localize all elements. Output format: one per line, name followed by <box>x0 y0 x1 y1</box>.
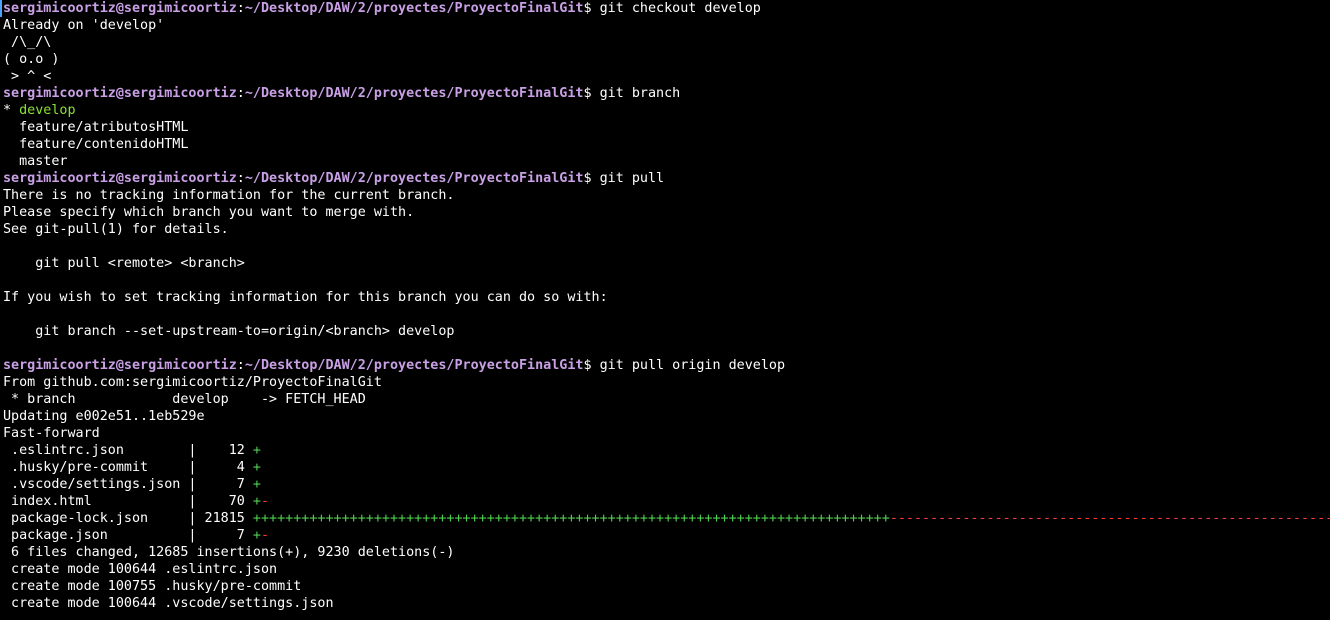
diffstat-insertions: + <box>252 443 261 458</box>
prompt-separator: : <box>236 86 245 101</box>
diffstat-file: .vscode/settings.json | <box>3 477 205 492</box>
output-line: See git-pull(1) for details. <box>3 222 229 237</box>
diffstat-file: package-lock.json | <box>3 511 205 526</box>
summary-line: create mode 100755 .husky/pre-commit <box>3 579 302 594</box>
output-line: There is no tracking information for the… <box>3 188 455 203</box>
summary-line: create mode 100644 .vscode/settings.json <box>3 596 334 611</box>
current-branch-marker: * <box>3 103 20 118</box>
command-text: git branch <box>599 86 681 101</box>
output-line: Already on 'develop' <box>3 18 165 33</box>
prompt-line: sergimicoortiz@sergimicoortiz:~/Desktop/… <box>3 170 1330 187</box>
diffstat-deletions: - <box>260 494 270 509</box>
prompt-path: ~/Desktop/DAW/2/proyectes/ProyectoFinalG… <box>244 1 584 16</box>
diffstat-insertions: + <box>252 528 261 543</box>
diffstat-insertions: + <box>252 477 261 492</box>
command-text: git checkout develop <box>599 1 761 16</box>
diffstat-row: .husky/pre-commit | 4 + <box>3 459 1330 476</box>
current-branch-name: develop <box>19 103 76 118</box>
prompt-separator: : <box>236 1 245 16</box>
output-line: * branch develop -> FETCH_HEAD <box>3 392 366 407</box>
prompt-user-host: sergimicoortiz@sergimicoortiz <box>3 86 237 101</box>
prompt-symbol: $ <box>583 171 600 186</box>
terminal-window[interactable]: sergimicoortiz@sergimicoortiz:~/Desktop/… <box>0 0 1330 620</box>
prompt-symbol: $ <box>583 86 600 101</box>
diffstat-file: .eslintrc.json | <box>3 443 205 458</box>
prompt-path: ~/Desktop/DAW/2/proyectes/ProyectoFinalG… <box>244 171 584 186</box>
output-line: If you wish to set tracking information … <box>3 290 608 305</box>
prompt-symbol: $ <box>583 1 600 16</box>
branch-line: master <box>3 154 68 169</box>
ascii-art-line: > ^ < <box>3 69 52 84</box>
diffstat-row: .eslintrc.json | 12 + <box>3 442 1330 459</box>
branch-line-current: * develop <box>3 102 1330 119</box>
prompt-symbol: $ <box>583 358 600 373</box>
output-line: Fast-forward <box>3 426 100 441</box>
prompt-line: sergimicoortiz@sergimicoortiz:~/Desktop/… <box>3 357 1330 374</box>
diffstat-count: 12 <box>204 443 245 458</box>
branch-line: feature/contenidoHTML <box>3 137 189 152</box>
diffstat-count: 4 <box>204 460 245 475</box>
output-line: git branch --set-upstream-to=origin/<bra… <box>3 324 455 339</box>
output-line: git pull <remote> <branch> <box>3 256 245 271</box>
diffstat-row: index.html | 70 +- <box>3 493 1330 510</box>
diffstat-deletions: - <box>260 528 270 543</box>
diffstat-deletions: ----------------------------------------… <box>889 511 1330 526</box>
diffstat-file: package.json | <box>3 528 205 543</box>
prompt-separator: : <box>236 358 245 373</box>
diffstat-count: 7 <box>204 477 245 492</box>
prompt-path: ~/Desktop/DAW/2/proyectes/ProyectoFinalG… <box>244 358 584 373</box>
prompt-user-host: sergimicoortiz@sergimicoortiz <box>3 358 237 373</box>
command-text: git pull origin develop <box>599 358 786 373</box>
diffstat-row: package.json | 7 +- <box>3 527 1330 544</box>
diffstat-count: 7 <box>204 528 245 543</box>
prompt-separator: : <box>236 171 245 186</box>
summary-line: create mode 100644 .eslintrc.json <box>3 562 278 577</box>
summary-line: 6 files changed, 12685 insertions(+), 92… <box>3 545 455 560</box>
diffstat-file: index.html | <box>3 494 205 509</box>
ascii-art-line: ( o.o ) <box>3 52 60 67</box>
diffstat-insertions: + <box>252 494 261 509</box>
ascii-art-line: /\_/\ <box>3 35 52 50</box>
branch-line: feature/atributosHTML <box>3 120 189 135</box>
output-line: From github.com:sergimicoortiz/ProyectoF… <box>3 375 382 390</box>
output-line: Updating e002e51..1eb529e <box>3 409 205 424</box>
prompt-path: ~/Desktop/DAW/2/proyectes/ProyectoFinalG… <box>244 86 584 101</box>
prompt-user-host: sergimicoortiz@sergimicoortiz <box>3 1 237 16</box>
output-line: Please specify which branch you want to … <box>3 205 415 220</box>
prompt-line: sergimicoortiz@sergimicoortiz:~/Desktop/… <box>3 85 1330 102</box>
prompt-user-host: sergimicoortiz@sergimicoortiz <box>3 171 237 186</box>
text-cursor <box>0 0 2 17</box>
command-text: git pull <box>599 171 665 186</box>
diffstat-file: .husky/pre-commit | <box>3 460 205 475</box>
diffstat-insertions: ++++++++++++++++++++++++++++++++++++++++… <box>252 511 890 526</box>
diffstat-count: 70 <box>204 494 245 509</box>
diffstat-insertions: + <box>252 460 261 475</box>
prompt-line: sergimicoortiz@sergimicoortiz:~/Desktop/… <box>3 0 1330 17</box>
diffstat-row: .vscode/settings.json | 7 + <box>3 476 1330 493</box>
diffstat-row: package-lock.json | 21815 ++++++++++++++… <box>3 510 1330 527</box>
diffstat-count: 21815 <box>204 511 245 526</box>
